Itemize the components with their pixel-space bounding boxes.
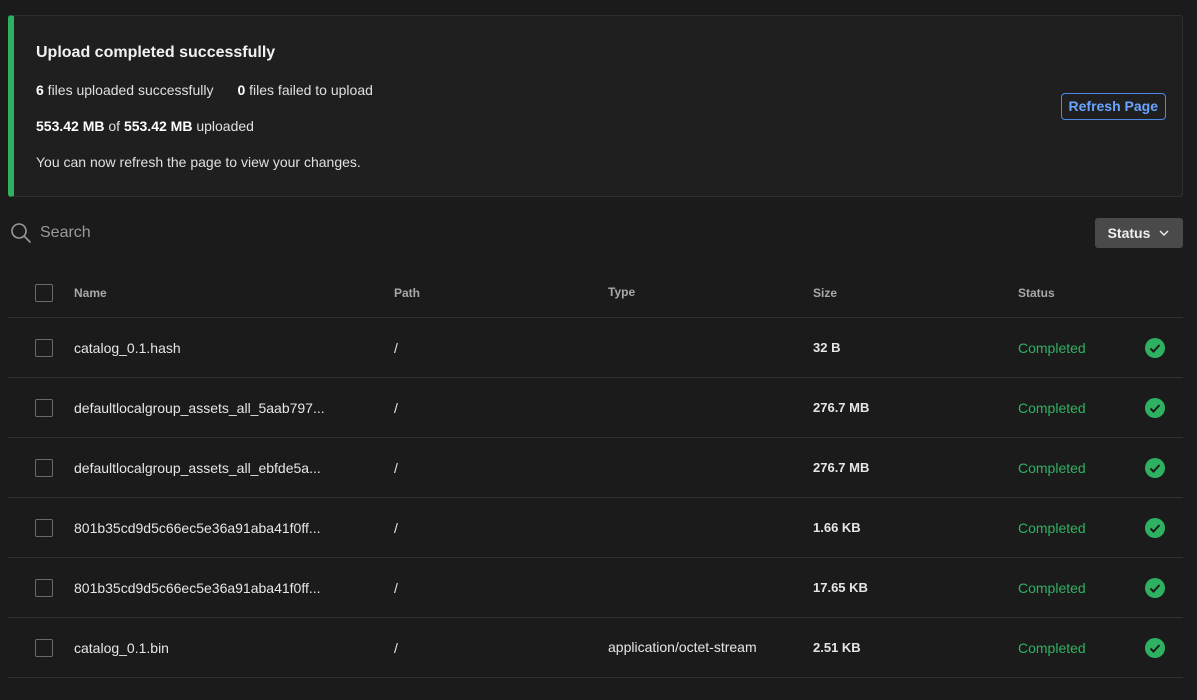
row-checkbox[interactable] [35, 578, 53, 597]
check-circle-icon [1145, 577, 1165, 598]
file-path: / [394, 459, 398, 476]
table-row: 801b35cd9d5c66ec5e36a91aba41f0ff... / 1.… [8, 498, 1183, 558]
upload-complete-banner: Upload completed successfully 6 files up… [8, 15, 1183, 197]
file-name: defaultlocalgroup_assets_all_ebfde5a... [74, 459, 321, 476]
upload-size-summary: 553.42 MB of 553.42 MB uploaded [36, 118, 254, 134]
file-path: / [394, 339, 398, 356]
uploaded-label: uploaded [192, 118, 254, 134]
check-circle-icon [1145, 517, 1165, 538]
search-icon [11, 223, 31, 243]
file-path: / [394, 579, 398, 596]
success-count: 6 [36, 82, 44, 98]
files-table: Name Path Type Size Status catalog_0.1.h… [8, 268, 1183, 678]
row-checkbox[interactable] [35, 398, 53, 417]
file-size: 17.65 KB [813, 580, 868, 595]
check-circle-icon [1145, 337, 1165, 358]
file-status: Completed [1018, 459, 1086, 476]
column-header-size[interactable]: Size [813, 268, 837, 317]
banner-title: Upload completed successfully [36, 44, 276, 61]
file-name: catalog_0.1.bin [74, 639, 169, 656]
file-path: / [394, 519, 398, 536]
column-header-name[interactable]: Name [74, 268, 374, 317]
chevron-down-icon [1159, 230, 1169, 236]
success-label: files uploaded successfully [43, 82, 214, 98]
file-status: Completed [1018, 519, 1086, 536]
row-checkbox[interactable] [35, 638, 53, 657]
upload-counts: 6 files uploaded successfully 0 files fai… [36, 82, 373, 98]
check-circle-icon [1145, 637, 1165, 658]
file-type [608, 438, 758, 497]
table-row: 801b35cd9d5c66ec5e36a91aba41f0ff... / 17… [8, 558, 1183, 618]
column-header-path[interactable]: Path [394, 268, 420, 317]
file-path: / [394, 399, 398, 416]
row-checkbox[interactable] [35, 458, 53, 477]
uploaded-size: 553.42 MB [36, 118, 105, 134]
file-status: Completed [1018, 399, 1086, 416]
refresh-page-button[interactable]: Refresh Page [1060, 93, 1166, 120]
banner-message: You can now refresh the page to view you… [36, 154, 361, 170]
file-size: 2.51 KB [813, 640, 861, 655]
column-header-type[interactable]: Type [608, 268, 758, 317]
failed-label: files failed to upload [245, 82, 373, 98]
file-type [608, 318, 758, 377]
file-path: / [394, 639, 398, 656]
check-circle-icon [1145, 457, 1165, 478]
file-size: 276.7 MB [813, 460, 870, 475]
file-type [608, 378, 758, 437]
file-type [608, 498, 758, 557]
status-filter-button[interactable]: Status [1095, 218, 1183, 248]
select-all-checkbox[interactable] [35, 283, 53, 302]
row-checkbox[interactable] [35, 338, 53, 357]
search-input[interactable] [40, 220, 440, 246]
file-status: Completed [1018, 579, 1086, 596]
row-checkbox[interactable] [35, 518, 53, 537]
file-name: catalog_0.1.hash [74, 339, 181, 356]
table-row: defaultlocalgroup_assets_all_ebfde5a... … [8, 438, 1183, 498]
table-row: defaultlocalgroup_assets_all_5aab797... … [8, 378, 1183, 438]
table-row: catalog_0.1.hash / 32 B Completed [8, 318, 1183, 378]
file-name: 801b35cd9d5c66ec5e36a91aba41f0ff... [74, 519, 321, 536]
column-header-status[interactable]: Status [1018, 268, 1055, 317]
file-size: 1.66 KB [813, 520, 861, 535]
table-header: Name Path Type Size Status [8, 268, 1183, 318]
total-size: 553.42 MB [123, 118, 193, 134]
file-name: 801b35cd9d5c66ec5e36a91aba41f0ff... [74, 579, 321, 596]
of-label: of [104, 118, 124, 134]
check-circle-icon [1145, 397, 1165, 418]
status-filter-label: Status [1107, 225, 1151, 241]
file-status: Completed [1018, 339, 1086, 356]
file-status: Completed [1018, 639, 1086, 656]
file-type: application/octet-stream [608, 639, 757, 655]
file-size: 32 B [813, 340, 841, 355]
table-row: catalog_0.1.bin / application/octet-stre… [8, 618, 1183, 678]
file-size: 276.7 MB [813, 400, 870, 415]
file-type [608, 558, 758, 617]
file-name: defaultlocalgroup_assets_all_5aab797... [74, 399, 325, 416]
